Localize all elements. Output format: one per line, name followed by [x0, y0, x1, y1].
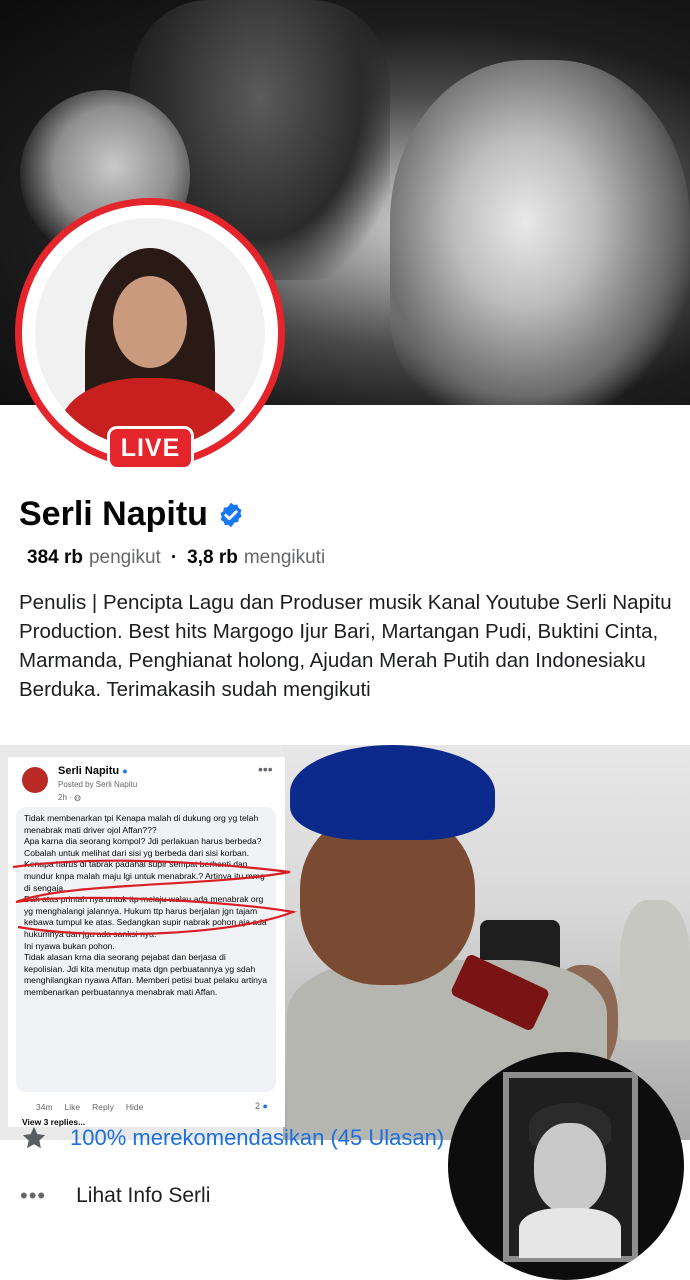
verified-badge-icon: ● — [122, 766, 128, 776]
profile-stats: 384 rb pengikut · 3,8 rb mengikuti — [27, 547, 325, 569]
reply-link: Reply — [92, 1102, 114, 1112]
comment-author-name: Serli Napitu — [58, 765, 120, 777]
reaction-count: 2 ● — [255, 1101, 268, 1111]
reaction-number: 2 — [255, 1101, 261, 1111]
followers-count[interactable]: 384 rb — [27, 547, 83, 569]
globe-icon: ◍ — [74, 793, 82, 802]
comment-author: Serli Napitu ● — [58, 765, 128, 777]
like-reaction-icon: ● — [262, 1101, 268, 1111]
comment-avatar — [22, 767, 48, 793]
posted-by: Posted by Serli Napitu — [58, 780, 138, 789]
comment-age: 34m — [36, 1102, 53, 1112]
following-count[interactable]: 3,8 rb — [187, 547, 238, 569]
verified-badge-icon — [220, 502, 242, 527]
separator-dot: · — [170, 547, 178, 568]
profile-bio: Penulis | Pencipta Lagu dan Produser mus… — [19, 591, 672, 701]
followers-label[interactable]: pengikut — [89, 547, 161, 569]
comment-bubble: Tidak membenarkan tpi Kenapa malah di du… — [16, 807, 276, 1092]
like-link: Like — [64, 1102, 81, 1112]
more-dots-icon: ••• — [20, 1183, 47, 1208]
following-label[interactable]: mengikuti — [244, 547, 325, 569]
recommendation-text[interactable]: 100% merekomendasikan (45 Ulasan) — [70, 1125, 444, 1151]
background-person — [620, 900, 690, 1040]
recommendation-row[interactable]: 100% merekomendasikan (45 Ulasan) — [20, 1120, 460, 1156]
hide-link: Hide — [125, 1102, 144, 1112]
portrait-frame — [503, 1072, 638, 1262]
comment-screenshot: Serli Napitu ● Posted by Serli Napitu 2h… — [8, 757, 298, 1127]
beret-shape — [290, 745, 495, 840]
comment-line: Tidak alasan krna dia seorang pejabat da… — [24, 952, 267, 997]
portrait-face — [534, 1123, 606, 1213]
star-icon — [22, 1126, 46, 1149]
post-time: 2h · ◍ — [58, 793, 81, 802]
live-badge[interactable]: LIVE — [107, 426, 194, 470]
profile-name-row: Serli Napitu — [19, 495, 245, 534]
red-underline-scribble — [12, 859, 298, 936]
portrait-body — [519, 1208, 621, 1258]
post-time-text: 2h · — [58, 793, 72, 802]
see-info-row[interactable]: ••• Lihat Info Serli — [20, 1183, 210, 1209]
memorial-portrait — [448, 1052, 684, 1280]
avatar-photo — [35, 218, 265, 448]
see-info-link[interactable]: Lihat Info Serli — [76, 1184, 210, 1208]
profile-name: Serli Napitu — [19, 495, 208, 533]
more-options-icon: ••• — [258, 761, 273, 777]
comment-actions: 34m Like Reply Hide — [36, 1102, 143, 1112]
comment-line: Tidak membenarkan tpi Kenapa malah di du… — [24, 813, 259, 835]
